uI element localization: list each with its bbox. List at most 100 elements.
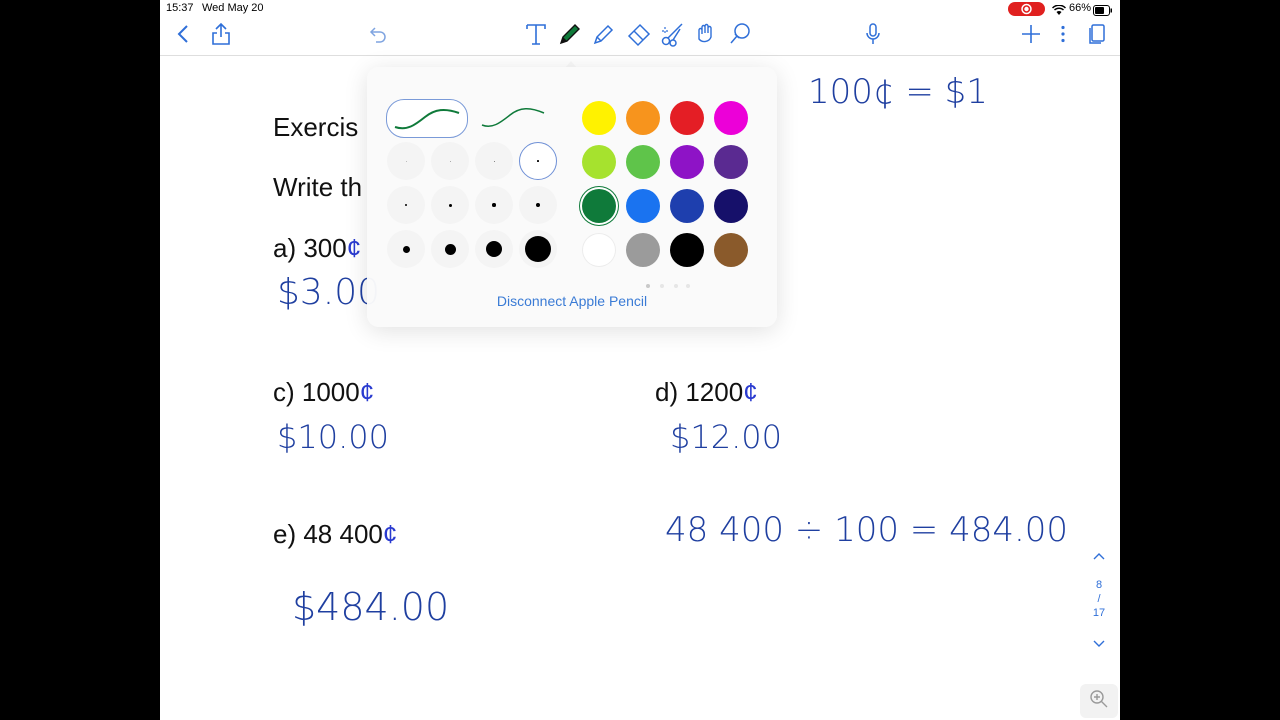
highlighter-icon — [591, 21, 617, 52]
thickness-option[interactable] — [519, 186, 557, 224]
eraser-icon — [626, 21, 652, 52]
pen-style-fountain[interactable] — [386, 99, 468, 138]
more-button[interactable] — [1049, 22, 1077, 50]
color-swatch-blue[interactable] — [626, 189, 660, 223]
color-swatch-yellow[interactable] — [582, 101, 616, 135]
color-swatch-purple[interactable] — [670, 145, 704, 179]
answer-c-ink: $10.00 — [277, 418, 389, 456]
thickness-dot — [525, 236, 551, 262]
thickness-dot — [449, 160, 451, 162]
thickness-dot — [405, 160, 407, 162]
page-up-button[interactable] — [1092, 548, 1106, 566]
color-swatch-magenta[interactable] — [714, 101, 748, 135]
add-button[interactable] — [1017, 22, 1045, 50]
item-label: a) 300 — [273, 233, 347, 263]
color-swatch-lime[interactable] — [582, 145, 616, 179]
lasso-icon — [727, 21, 753, 52]
thickness-option[interactable] — [387, 230, 425, 268]
color-swatch-gray[interactable] — [626, 233, 660, 267]
screen-recording-indicator — [1008, 2, 1045, 16]
microphone-icon — [865, 22, 881, 51]
page-total: 17 — [1092, 607, 1106, 619]
thickness-dot — [493, 160, 495, 162]
item-label: d) 1200 — [655, 377, 744, 407]
palette-page-dots[interactable] — [645, 276, 691, 294]
answer-d-ink: $12.00 — [670, 418, 782, 456]
app-screen: 15:37 Wed May 20 66% Exercis Write th a)… — [160, 0, 1120, 720]
page-separator: / — [1097, 593, 1101, 605]
color-swatch-orange[interactable] — [626, 101, 660, 135]
color-swatch-navy[interactable] — [714, 189, 748, 223]
thickness-option[interactable] — [387, 142, 425, 180]
thickness-option[interactable] — [475, 142, 513, 180]
pen-tool-button[interactable] — [556, 22, 584, 50]
plus-icon — [1021, 24, 1041, 49]
thickness-option[interactable] — [431, 142, 469, 180]
text-tool-icon — [525, 22, 547, 51]
thickness-option[interactable] — [475, 186, 513, 224]
color-swatch-white[interactable] — [582, 233, 616, 267]
cent-symbol: ¢ — [359, 377, 375, 407]
thickness-dot — [535, 202, 541, 208]
text-tool-button[interactable] — [522, 22, 550, 50]
microphone-button[interactable] — [859, 22, 887, 50]
back-button[interactable] — [169, 22, 197, 50]
page-down-button[interactable] — [1092, 636, 1106, 654]
rate-note-ink: 100¢ = $1 — [808, 72, 988, 112]
lasso-tool-button[interactable] — [726, 22, 754, 50]
exercise-item-a: a) 300¢ — [273, 233, 361, 264]
more-icon — [1060, 25, 1066, 48]
thickness-dot — [537, 160, 539, 162]
eraser-tool-button[interactable] — [625, 22, 653, 50]
pen-style-ballpoint[interactable] — [478, 99, 558, 136]
disconnect-pencil-button[interactable]: Disconnect Apple Pencil — [367, 293, 777, 309]
pages-button[interactable] — [1083, 22, 1111, 50]
color-swatch-dark-green-selected[interactable] — [582, 189, 616, 223]
share-button[interactable] — [207, 22, 235, 50]
answer-a-ink: $3.00 — [277, 272, 381, 313]
thickness-option[interactable] — [431, 230, 469, 268]
thickness-option[interactable] — [475, 230, 513, 268]
exercise-title: Exercis — [273, 112, 359, 142]
thickness-dot — [486, 241, 502, 257]
thickness-option[interactable] — [387, 186, 425, 224]
chevron-down-icon — [1092, 636, 1106, 653]
scissors-tool-button[interactable] — [659, 22, 687, 50]
thickness-dot — [492, 203, 496, 207]
color-swatch-green[interactable] — [626, 145, 660, 179]
hand-icon — [693, 21, 719, 52]
thickness-dot — [448, 203, 452, 207]
hand-tool-button[interactable] — [692, 22, 720, 50]
undo-icon — [369, 25, 387, 48]
color-swatch-violet[interactable] — [714, 145, 748, 179]
item-label: e) 48 400 — [273, 519, 383, 549]
page-indicator[interactable]: 8 / 17 — [1088, 578, 1110, 620]
cent-symbol: ¢ — [346, 233, 362, 263]
toolbar-divider — [160, 55, 1120, 56]
color-swatch-brown[interactable] — [714, 233, 748, 267]
chevron-up-icon — [1092, 548, 1106, 565]
thickness-dot — [402, 245, 410, 253]
highlighter-tool-button[interactable] — [590, 22, 618, 50]
thickness-option-selected[interactable] — [519, 142, 557, 180]
thickness-option[interactable] — [519, 230, 557, 268]
undo-button[interactable] — [364, 22, 392, 50]
exercise-item-d: d) 1200¢ — [655, 377, 758, 408]
page-current: 8 — [1095, 579, 1103, 591]
popover-arrow — [564, 56, 578, 69]
chevron-left-icon — [176, 24, 190, 49]
scissors-icon — [660, 21, 686, 52]
wifi-icon — [1051, 3, 1067, 21]
color-swatch-black[interactable] — [670, 233, 704, 267]
thickness-option[interactable] — [431, 186, 469, 224]
battery-percent: 66% — [1069, 2, 1092, 14]
pen-settings-popover: Disconnect Apple Pencil — [367, 67, 777, 327]
answer-e-ink: $484.00 — [292, 585, 450, 629]
thickness-dot — [444, 243, 456, 255]
exercise-instruction: Write th — [273, 172, 363, 202]
color-swatch-royal-blue[interactable] — [670, 189, 704, 223]
zoom-button[interactable] — [1080, 684, 1118, 718]
exercise-item-c: c) 1000¢ — [273, 377, 374, 408]
battery-icon — [1093, 3, 1113, 21]
color-swatch-red[interactable] — [670, 101, 704, 135]
